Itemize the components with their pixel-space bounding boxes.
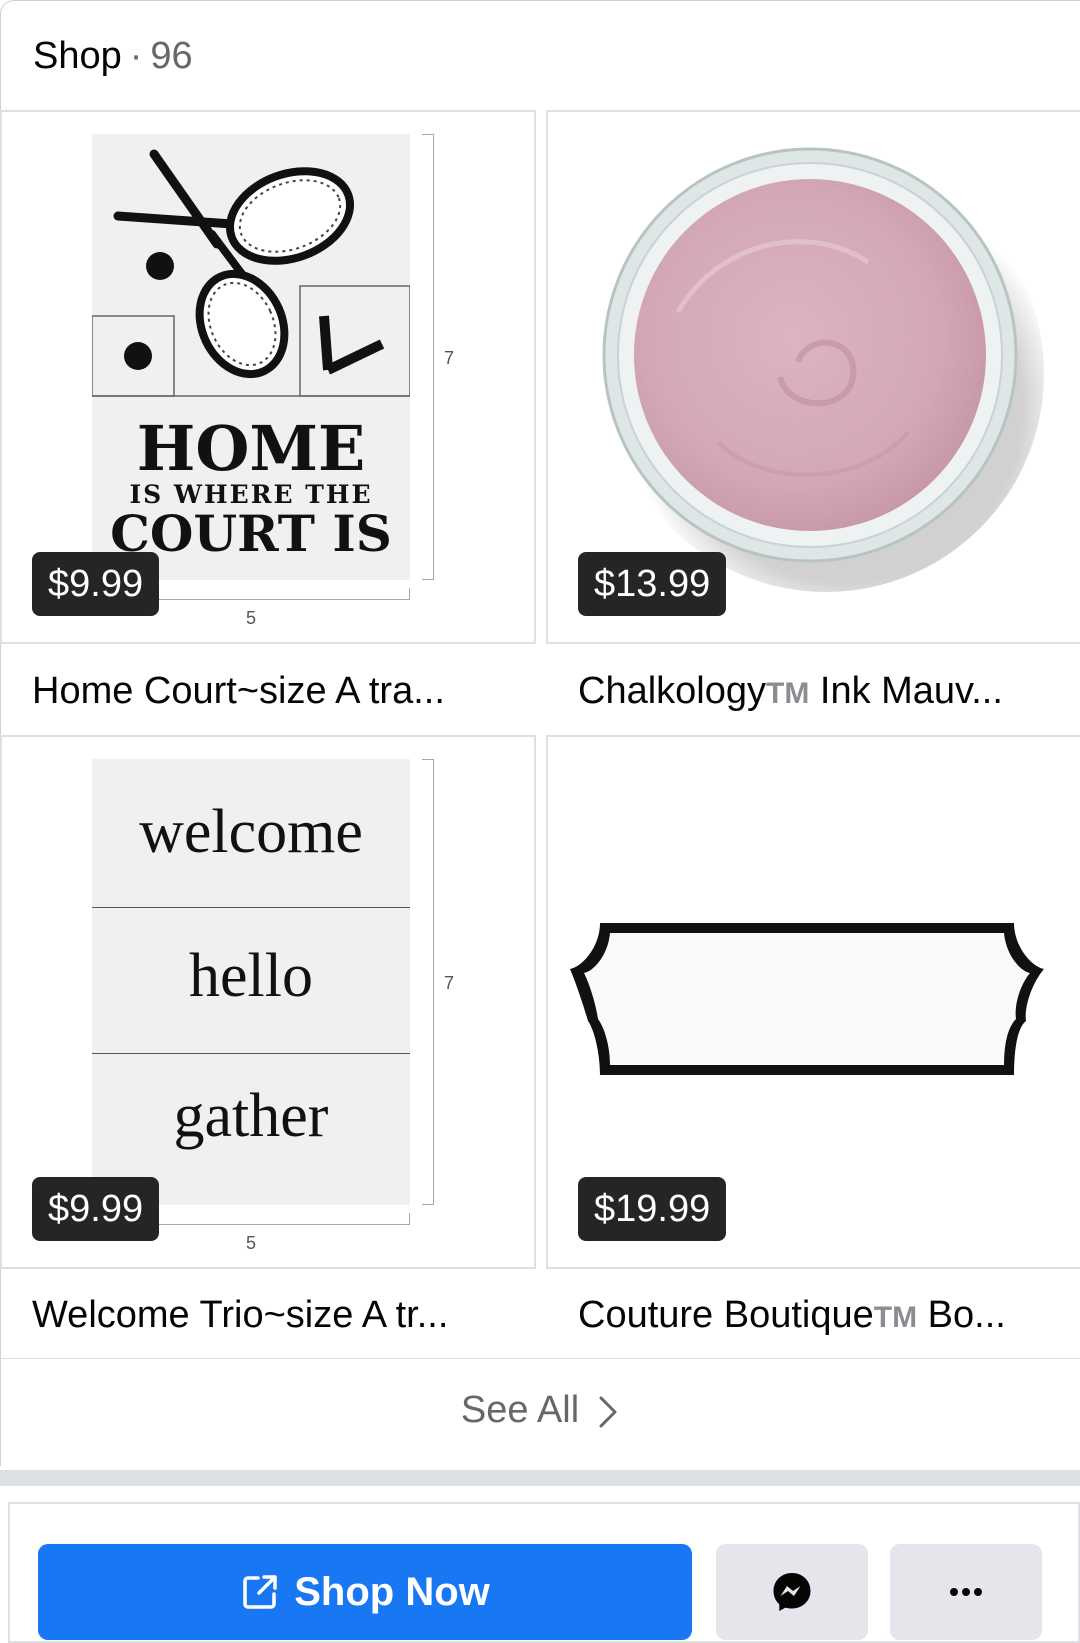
trademark-mark: TM (873, 1301, 918, 1334)
more-options-button[interactable] (890, 1544, 1042, 1640)
dimension-height-label: 7 (444, 348, 455, 368)
shop-now-button[interactable]: Shop Now (38, 1544, 692, 1640)
product-name[interactable]: Couture BoutiqueTM Bo... (578, 1292, 1006, 1341)
shop-header: Shop · 96 (33, 33, 193, 79)
product-name-part: Chalkology (578, 670, 766, 712)
price-badge: $9.99 (32, 1177, 160, 1241)
stencil-line-home: HOME (136, 412, 366, 485)
stencil-word-welcome: welcome (139, 798, 363, 866)
chevron-right-icon (599, 1396, 617, 1428)
price-badge: $13.99 (578, 552, 727, 616)
dimension-height-label: 7 (444, 973, 455, 993)
product-tile-chalkology-ink[interactable]: $13.99 (546, 110, 1080, 644)
see-all-row: See All (0, 1358, 1080, 1468)
dimension-bracket-vertical (422, 134, 434, 580)
shop-now-label: Shop Now (294, 1569, 490, 1614)
stencil-divider (92, 907, 410, 908)
trademark-mark: TM (766, 677, 810, 710)
dimension-width-label: 5 (246, 1233, 257, 1253)
external-link-icon (243, 1575, 277, 1609)
messenger-button[interactable] (716, 1544, 868, 1640)
price-badge: $9.99 (32, 552, 160, 616)
stencil-divider (92, 1053, 410, 1054)
more-icon (950, 1588, 982, 1596)
product-name-part: Couture Boutique (578, 1294, 874, 1336)
see-all-link[interactable]: See All (0, 1389, 1080, 1432)
product-tile-home-court[interactable]: HOME IS WHERE THE COURT IS 7 5 $9.99 (0, 110, 536, 644)
shop-title: Shop (33, 35, 122, 77)
product-name[interactable]: Home Court~size A tra... (32, 668, 445, 714)
product-count: 96 (150, 35, 193, 77)
product-image-home-court: HOME IS WHERE THE COURT IS (91, 134, 411, 580)
stencil-word-hello: hello (189, 942, 313, 1010)
section-divider (0, 1470, 1080, 1486)
product-image-welcome-trio: welcome hello gather (92, 759, 410, 1205)
dimension-width-label: 5 (246, 608, 257, 628)
dimension-bracket-vertical (422, 759, 434, 1205)
see-all-label: See All (460, 1389, 580, 1431)
product-name[interactable]: ChalkologyTM Ink Mauv... (578, 668, 1003, 717)
product-tile-couture-boutique[interactable]: $19.99 (546, 735, 1080, 1269)
product-tile-welcome-trio[interactable]: welcome hello gather 7 5 $9.99 (0, 735, 536, 1269)
messenger-icon (773, 1573, 811, 1611)
product-name-part: Bo... (917, 1294, 1006, 1336)
product-name[interactable]: Welcome Trio~size A tr... (32, 1292, 448, 1338)
product-name-part: Ink Mauv... (809, 670, 1003, 712)
stencil-word-gather: gather (173, 1082, 329, 1150)
price-badge: $19.99 (578, 1177, 727, 1241)
header-separator: · (129, 35, 143, 77)
